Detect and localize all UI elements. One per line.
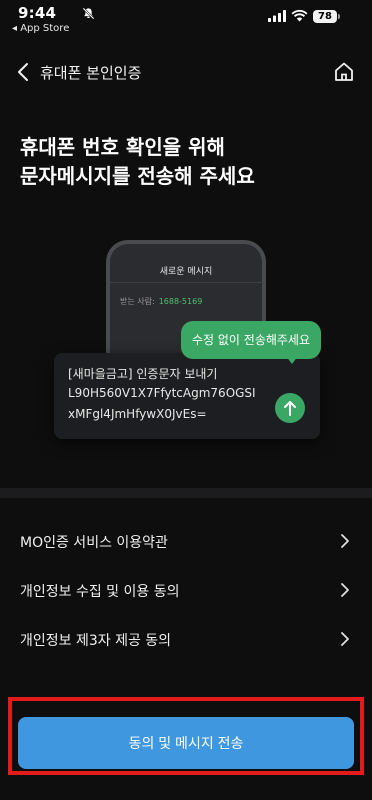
home-icon[interactable]	[332, 60, 356, 84]
chevron-right-icon	[341, 583, 349, 597]
recipient-number: 1688-5169	[158, 297, 203, 306]
phone-screen-title: 새로운 메시지	[159, 267, 213, 277]
phone-divider	[110, 282, 262, 283]
bubble-tail	[286, 356, 298, 364]
back-to-app-store-link[interactable]: ◂ App Store	[12, 23, 69, 34]
chevron-right-icon	[341, 534, 349, 548]
heading-line-2: 문자메시지를 전송해 주세요	[20, 164, 255, 188]
menu-item-label: 개인정보 제3자 제공 동의	[20, 633, 172, 649]
message-preview-card: [새마을금고] 인증문자 보내기 L90H560V1X7FfytcAgm76OG…	[54, 353, 320, 439]
status-bar: 9:44 ◂ App Store 78	[0, 0, 372, 38]
chevron-right-icon	[341, 632, 349, 646]
instruction-bubble: 수정 없이 전송해주세요	[181, 321, 321, 359]
heading-line-1: 휴대폰 번호 확인을 위해	[20, 135, 225, 159]
message-line-3: xMFgl4JmHfywX0JvEs=	[68, 407, 207, 421]
cellular-signal-icon	[268, 10, 286, 22]
agree-and-send-button[interactable]: 동의 및 메시지 전송	[18, 717, 354, 769]
recipient-label: 받는 사람:	[120, 297, 155, 306]
battery-tip	[338, 14, 340, 19]
instruction-heading: 휴대폰 번호 확인을 위해 문자메시지를 전송해 주세요	[20, 133, 352, 191]
message-line-1: [새마을금고] 인증문자 보내기	[68, 367, 218, 381]
back-arrow-icon[interactable]	[12, 60, 36, 84]
menu-item-label: 개인정보 수집 및 이용 동의	[20, 584, 180, 600]
wifi-icon	[291, 9, 308, 22]
bell-slash-icon	[82, 7, 95, 20]
send-arrow-icon	[275, 393, 305, 423]
menu-item-privacy-collection[interactable]: 개인정보 수집 및 이용 동의	[0, 567, 372, 613]
message-line-2: L90H560V1X7FfytcAgm76OGSI	[68, 386, 256, 400]
page-title: 휴대폰 본인인증	[40, 64, 142, 82]
section-divider	[0, 488, 372, 498]
menu-item-mo-terms[interactable]: MO인증 서비스 이용약관	[0, 518, 372, 564]
recipient-row: 받는 사람: 1688-5169	[120, 296, 202, 307]
page-header: 휴대폰 본인인증	[0, 52, 372, 92]
menu-item-third-party-sharing[interactable]: 개인정보 제3자 제공 동의	[0, 616, 372, 662]
menu-item-label: MO인증 서비스 이용약관	[20, 535, 168, 551]
battery-level: 78	[313, 10, 337, 23]
status-time: 9:44	[18, 4, 57, 22]
